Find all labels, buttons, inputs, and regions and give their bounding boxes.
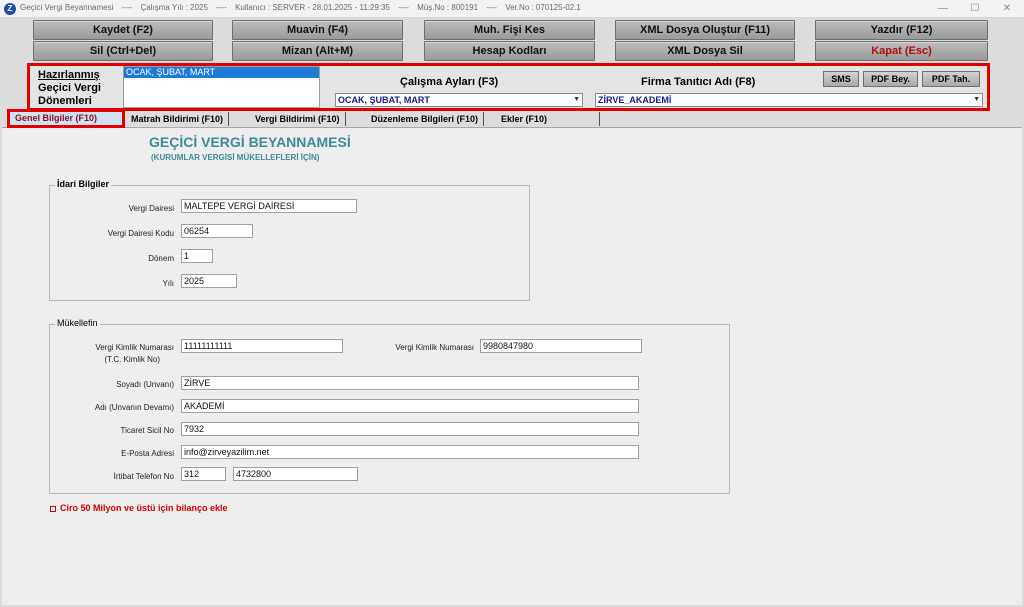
account-codes-button[interactable]: Hesap Kodları (424, 41, 595, 61)
telefon-kod-field[interactable]: 312 (181, 467, 226, 481)
vkn2-field[interactable]: 9980847980 (480, 339, 642, 353)
maximize-button[interactable]: ☐ (960, 0, 990, 18)
bilanco-checkbox-label: Ciro 50 Milyon ve üstü için bilanço ekle (60, 503, 228, 513)
form-subtitle: (KURUMLAR VERGİSİ MÜKELLEFLERİ İÇİN) (151, 153, 320, 162)
app-icon: Z (4, 3, 16, 15)
company-select[interactable]: ZİRVE_AKADEMİ ▼ (595, 93, 983, 107)
telefon-label: İrtibat Telefon No (113, 472, 174, 481)
pdf-bey-button[interactable]: PDF Bey. (863, 71, 918, 87)
close-button[interactable]: Kapat (Esc) (815, 41, 988, 61)
soyadi-label: Soyadı (Unvanı) (116, 380, 174, 389)
minimize-button[interactable]: — (928, 0, 958, 18)
xml-delete-button[interactable]: XML Dosya Sil (615, 41, 795, 61)
sicil-label: Ticaret Sicil No (120, 426, 175, 435)
sicil-field[interactable]: 7932 (181, 422, 639, 436)
window-title: Geçici Vergi Beyannamesi (20, 3, 114, 12)
version: Ver.No : 070125-02.1 (505, 3, 581, 12)
save-button[interactable]: Kaydet (F2) (33, 20, 213, 40)
adi-label: Adı (Unvanın Devamı) (94, 403, 174, 412)
tab-genel-bilgiler[interactable]: Genel Bilgiler (F10) (7, 109, 125, 128)
work-months-select[interactable]: OCAK, ŞUBAT, MART ▼ (335, 93, 583, 107)
work-months-label: Çalışma Ayları (F3) (400, 76, 499, 88)
vergi-dairesi-field[interactable]: MALTEPE VERGİ DAİRESİ (181, 199, 357, 213)
title-bar: Z Geçici Vergi Beyannamesi ---- Çalışma … (0, 0, 1024, 18)
print-button[interactable]: Yazdır (F12) (815, 20, 988, 40)
donem-field[interactable]: 1 (181, 249, 213, 263)
bilanco-checkbox[interactable]: Ciro 50 Milyon ve üstü için bilanço ekle (50, 503, 228, 513)
xml-create-button[interactable]: XML Dosya Oluştur (F11) (615, 20, 795, 40)
period-list-item[interactable]: OCAK, ŞUBAT, MART (124, 67, 319, 78)
yil-label: Yılı (162, 279, 174, 288)
tab-vergi-bildirimi[interactable]: Vergi Bildirimi (F10) (250, 112, 346, 126)
soyadi-field[interactable]: ZİRVE (181, 376, 639, 390)
muh-fisi-kes-button[interactable]: Muh. Fişi Kes (424, 20, 595, 40)
period-panel: Hazırlanmış Geçici Vergi Dönemleri OCAK,… (27, 63, 990, 111)
eposta-field[interactable]: info@zirveyazilim.net (181, 445, 639, 459)
close-window-button[interactable]: ✕ (992, 0, 1022, 18)
prepared-periods-label: Hazırlanmış Geçici Vergi Dönemleri (38, 69, 101, 107)
tab-ekler[interactable]: Ekler (F10) (496, 112, 600, 126)
title-text: Geçici Vergi Beyannamesi ---- Çalışma Yı… (20, 3, 581, 12)
tab-matrah-bildirimi[interactable]: Matrah Bildirimi (F10) (126, 112, 230, 126)
delete-button[interactable]: Sil (Ctrl+Del) (33, 41, 213, 61)
chevron-down-icon: ▼ (973, 96, 980, 103)
mizan-button[interactable]: Mizan (Alt+M) (232, 41, 403, 61)
sms-button[interactable]: SMS (823, 71, 859, 87)
adi-field[interactable]: AKADEMİ (181, 399, 639, 413)
vkn2-label: Vergi Kimlik Numarası (395, 343, 474, 352)
form-title: GEÇİCİ VERGİ BEYANNAMESİ (149, 134, 351, 150)
vergi-dairesi-kodu-label: Vergi Dairesi Kodu (107, 229, 174, 238)
tckn-label: (T.C. Kimlik No) (104, 355, 160, 364)
chevron-down-icon: ▼ (573, 96, 580, 103)
yil-field[interactable]: 2025 (181, 274, 237, 288)
mukellef-group-title: Mükellefin (55, 318, 100, 328)
vkn-label: Vergi Kimlik Numarası (95, 343, 174, 352)
company-id-label: Firma Tanıtıcı Adı (F8) (641, 76, 756, 88)
vkn-field[interactable]: 11111111111 (181, 339, 343, 353)
donem-label: Dönem (148, 254, 174, 263)
user-info: Kullanıcı : SERVER - 28.01.2025 - 11:29:… (235, 3, 391, 12)
prepared-periods-list[interactable]: OCAK, ŞUBAT, MART (123, 66, 320, 108)
pdf-tah-button[interactable]: PDF Tah. (922, 71, 980, 87)
work-year: Çalışma Yılı : 2025 (140, 3, 208, 12)
vergi-dairesi-kodu-field[interactable]: 06254 (181, 224, 253, 238)
idari-group-title: İdari Bilgiler (55, 179, 112, 189)
telefon-no-field[interactable]: 4732800 (233, 467, 358, 481)
customer-no: Müş.No : 800191 (417, 3, 479, 12)
vergi-dairesi-label: Vergi Dairesi (128, 204, 174, 213)
eposta-label: E-Posta Adresi (121, 449, 174, 458)
tab-duzenleme-bilgileri[interactable]: Düzenleme Bilgileri (F10) (366, 112, 485, 126)
muavin-button[interactable]: Muavin (F4) (232, 20, 403, 40)
checkbox-icon[interactable] (50, 505, 56, 512)
